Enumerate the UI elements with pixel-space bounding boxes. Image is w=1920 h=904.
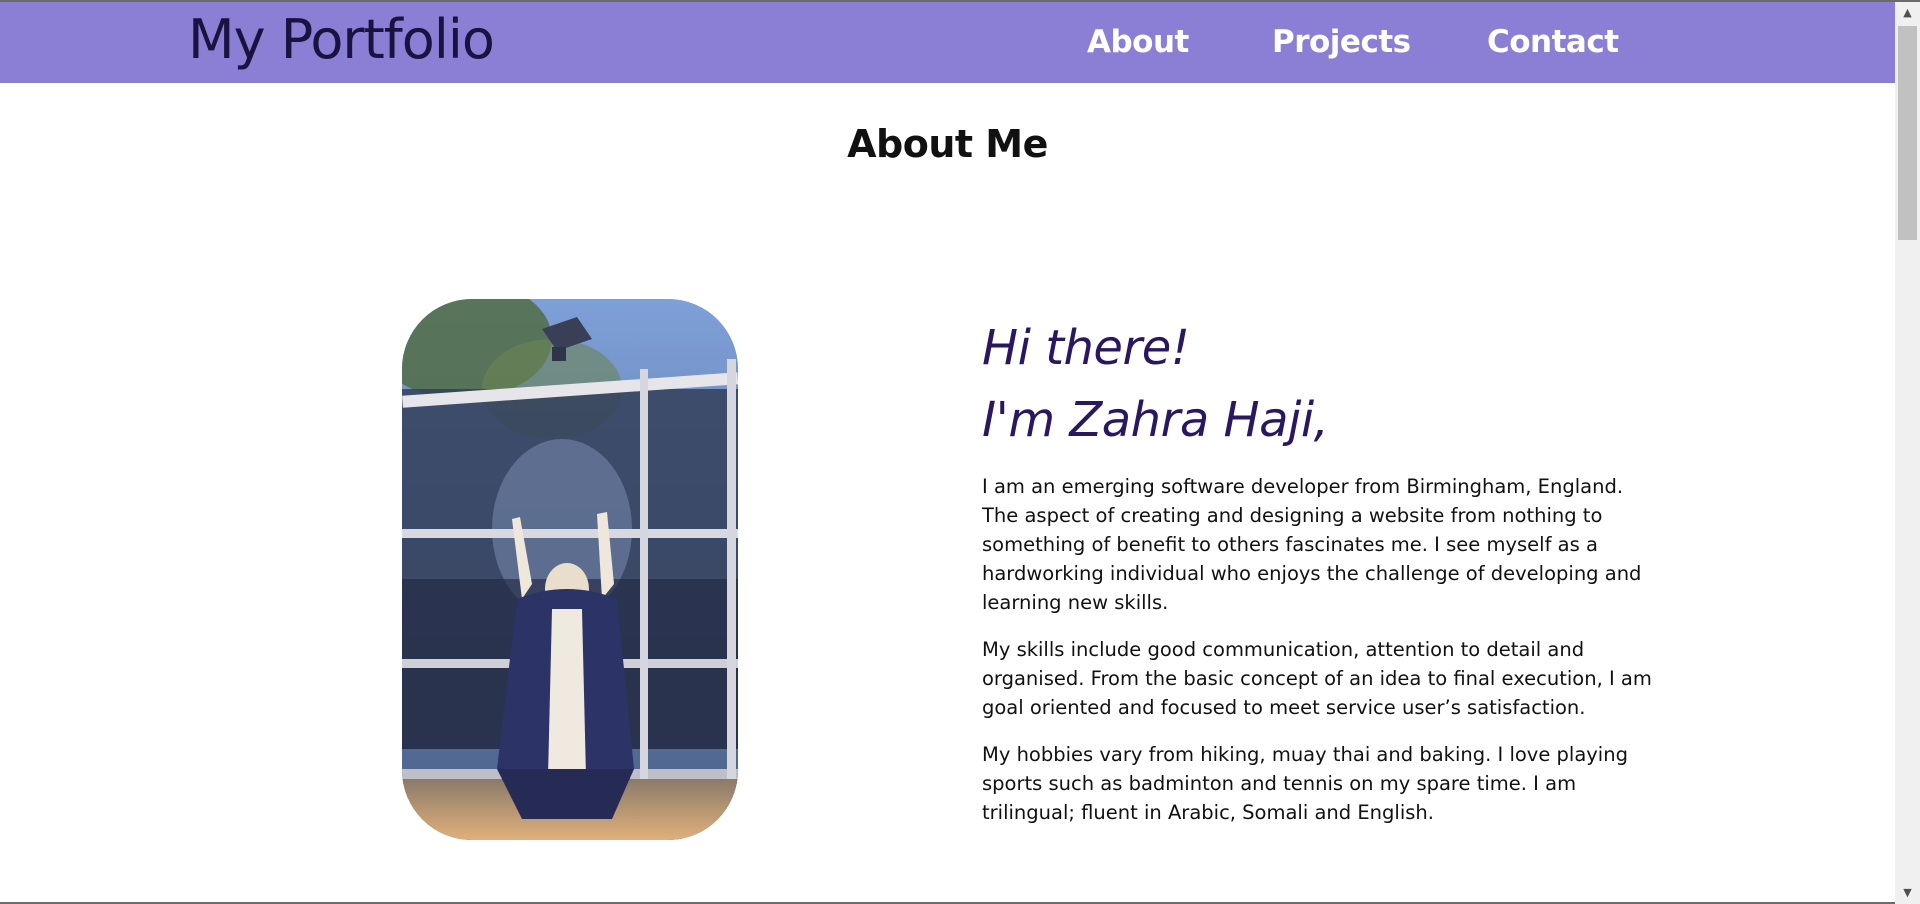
about-paragraph-3: My hobbies vary from hiking, muay thai a… [982,743,1628,824]
scroll-down-arrow-icon[interactable]: ▼ [1895,882,1920,904]
top-navbar: My Portfolio About Projects Contact [0,2,1895,83]
nav-link-contact[interactable]: Contact [1487,24,1619,60]
about-section-title: About Me [847,122,1048,166]
greeting-line-2: I'm Zahra Haji, [982,392,1329,448]
site-logo[interactable]: My Portfolio [188,8,495,71]
graduation-photo-illustration [402,299,738,840]
scrollbar-thumb[interactable] [1898,26,1917,240]
vertical-scrollbar[interactable]: ▲ ▼ [1895,2,1920,904]
intro-heading: Hi there! I'm Zahra Haji, [982,312,1682,456]
greeting-line-1: Hi there! [982,320,1190,376]
scroll-up-arrow-icon[interactable]: ▲ [1895,2,1920,24]
nav-link-projects[interactable]: Projects [1272,24,1411,60]
nav-link-about[interactable]: About [1087,24,1189,60]
about-paragraph-2: My skills include good communication, at… [982,638,1652,719]
profile-photo [402,299,738,840]
about-paragraph-1: I am an emerging software developer from… [982,475,1642,614]
